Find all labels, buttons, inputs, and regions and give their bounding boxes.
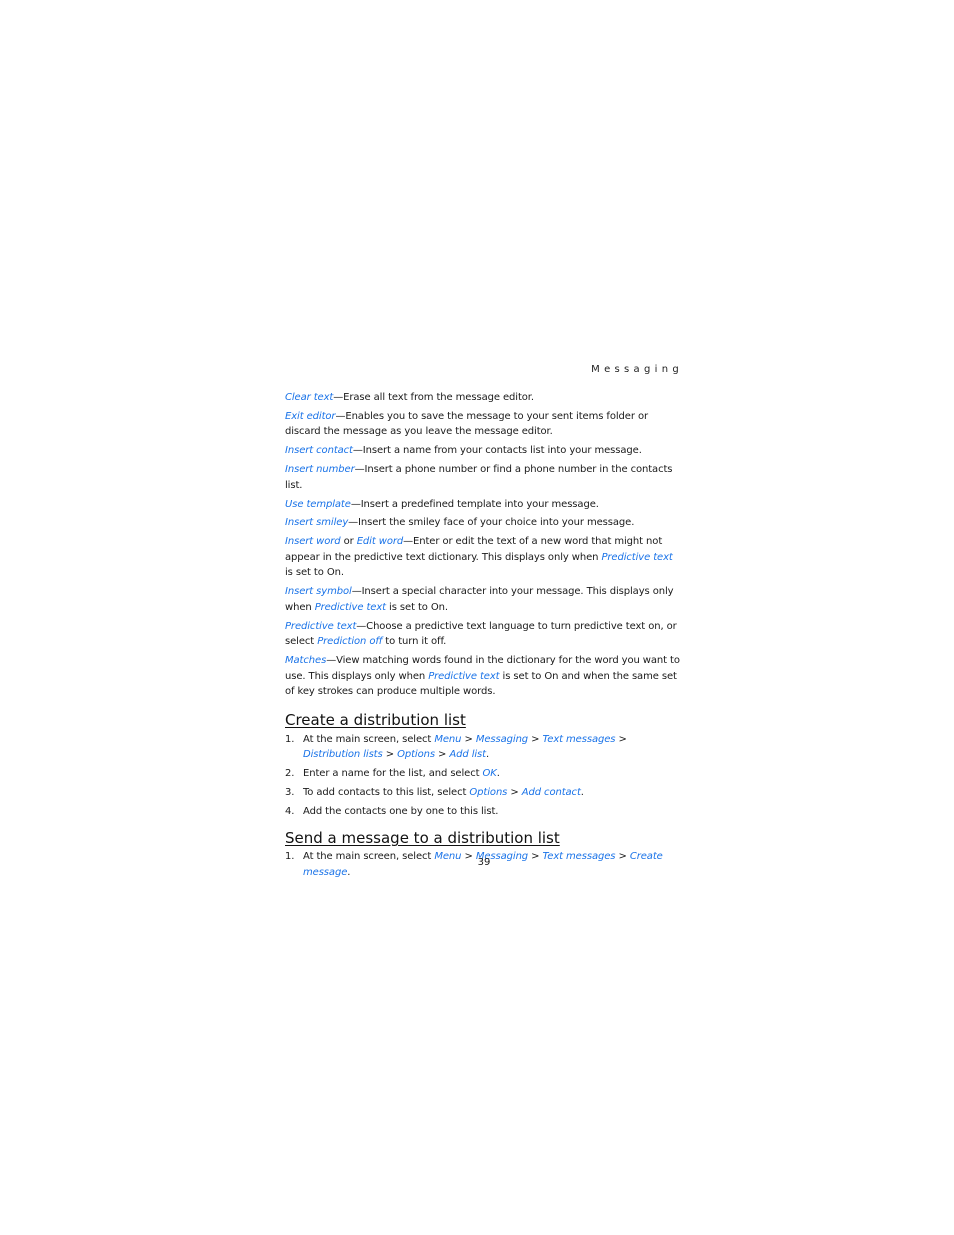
step-number: 2.: [285, 767, 295, 779]
menu-path-term: Insert symbol: [285, 586, 352, 598]
option-description: Insert number—Insert a phone number or f…: [285, 462, 683, 493]
body-text: To add contacts to this list, select: [303, 786, 470, 798]
step-number: 4.: [285, 805, 295, 817]
body-text: —Enables you to save the message to your…: [285, 410, 648, 438]
body-text: >: [461, 733, 476, 745]
body-text: —Erase all text from the message editor.: [333, 392, 534, 403]
menu-path-term: Clear text: [285, 392, 334, 403]
menu-path-term: Insert contact: [285, 445, 353, 457]
menu-path-term: Predictive text: [601, 551, 673, 563]
option-description: Insert contact—Insert a name from your c…: [285, 443, 683, 459]
menu-path-term: Predictive text: [428, 670, 500, 682]
step-item: 2. Enter a name for the list, and select …: [285, 766, 683, 782]
body-text: to turn it off.: [382, 636, 447, 648]
body-text: >: [615, 733, 627, 745]
create-distribution-list-steps: 1. At the main screen, select Menu > Mess…: [285, 732, 683, 820]
option-description: Exit editor—Enables you to save the mess…: [285, 409, 683, 440]
message-options-list: Clear text—Erase all text from the messa…: [285, 390, 683, 700]
menu-path-term: Add list: [449, 749, 486, 761]
section-heading-send-to-distribution-list: Send a message to a distribution list: [285, 829, 560, 848]
section-heading-create-distribution-list: Create a distribution list: [285, 710, 466, 729]
menu-path-term: Prediction off: [317, 636, 383, 648]
menu-path-term: Text messages: [542, 733, 616, 745]
body-text: or: [340, 536, 357, 548]
option-description: Insert word or Edit word—Enter or edit t…: [285, 534, 683, 581]
step-number: 3.: [285, 786, 295, 798]
step-number: 1.: [285, 733, 295, 745]
page-content: Clear text—Erase all text from the messa…: [285, 390, 683, 884]
body-text: >: [507, 786, 522, 798]
menu-path-term: Predictive text: [314, 601, 386, 613]
menu-path-term: Messaging: [475, 733, 529, 745]
option-description: Matches—View matching words found in the…: [285, 653, 683, 700]
menu-path-term: Predictive text: [285, 620, 357, 632]
body-text: >: [528, 733, 543, 745]
body-text: .: [580, 786, 584, 798]
option-description: Clear text—Erase all text from the messa…: [285, 390, 683, 406]
body-text: —Insert a name from your contacts list i…: [352, 445, 642, 457]
body-text: At the main screen, select: [303, 733, 435, 745]
step-item: 1. At the main screen, select Menu > Mess…: [285, 732, 683, 763]
body-text: —Insert a predefined template into your …: [350, 498, 599, 510]
page-number: 39: [477, 857, 491, 868]
option-description: Predictive text—Choose a predictive text…: [285, 619, 683, 650]
menu-path-term: Distribution lists: [303, 749, 383, 761]
menu-path-term: Insert number: [285, 464, 355, 476]
menu-path-term: Options: [469, 786, 508, 798]
body-text: >: [434, 749, 450, 761]
menu-path-term: Exit editor: [285, 410, 336, 422]
menu-path-term: Add contact: [521, 786, 581, 798]
body-text: .: [486, 749, 490, 761]
running-header: Messaging: [591, 364, 683, 375]
menu-path-term: Options: [397, 749, 435, 761]
menu-path-term: Menu: [434, 733, 462, 745]
menu-path-term: Insert smiley: [285, 517, 349, 529]
option-description: Use template—Insert a predefined templat…: [285, 497, 683, 513]
menu-path-term: Edit word: [356, 536, 404, 548]
menu-path-term: Insert word: [285, 536, 341, 548]
body-text: Add the contacts one by one to this list…: [303, 805, 499, 817]
body-text: >: [382, 749, 398, 761]
body-text: is set to On.: [285, 567, 344, 579]
menu-path-term: Matches: [285, 655, 327, 667]
body-text: Enter a name for the list, and select: [303, 767, 483, 779]
menu-path-term: OK: [482, 767, 497, 779]
step-item: 3. To add contacts to this list, select O…: [285, 785, 683, 801]
menu-path-term: Use template: [285, 498, 351, 510]
option-description: Insert smiley—Insert the smiley face of …: [285, 515, 683, 531]
option-description: Insert symbol—Insert a special character…: [285, 584, 683, 615]
step-item: 4. Add the contacts one by one to this li…: [285, 804, 683, 820]
body-text: .: [496, 767, 500, 779]
body-text: —Insert the smiley face of your choice i…: [348, 517, 635, 529]
body-text: .: [347, 866, 351, 878]
body-text: is set to On.: [385, 601, 448, 613]
